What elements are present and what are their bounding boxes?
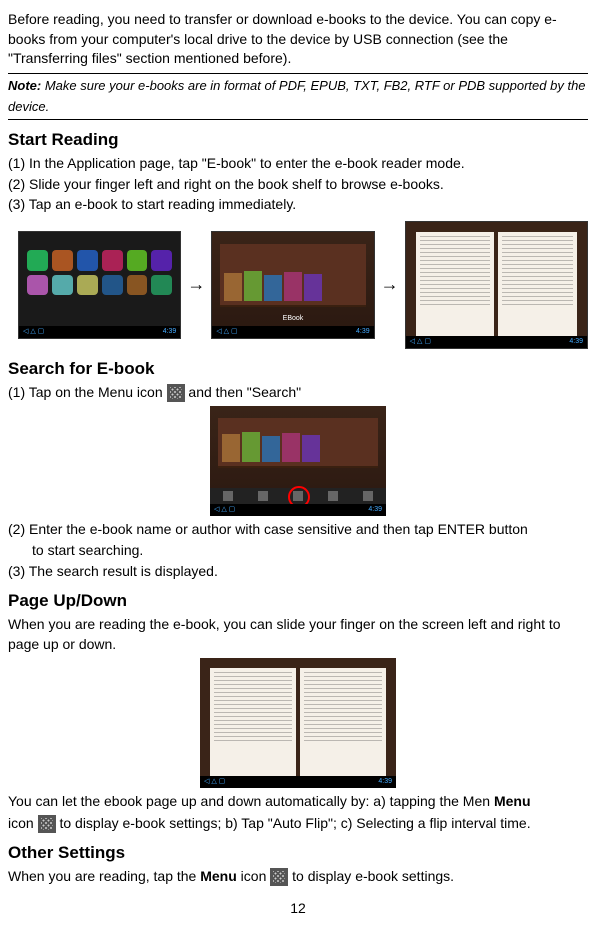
divider (8, 119, 588, 120)
note-paragraph: Note: Make sure your e-books are in form… (8, 76, 588, 118)
page-number: 12 (8, 899, 588, 919)
heading-search: Search for E-book (8, 357, 588, 381)
screenshot-pageup: ◁ △ ▢4:39 (200, 658, 396, 788)
note-label: Note: (8, 78, 41, 93)
step: (2) Enter the e-book name or author with… (8, 520, 588, 540)
intro-paragraph: Before reading, you need to transfer or … (8, 10, 588, 69)
menu-icon (167, 384, 185, 402)
divider (8, 73, 588, 74)
screenshot-row: ◁ △ ▢4:39 → EBook ◁ △ ▢4:39 → ◁ △ ▢4:39 (8, 221, 588, 349)
step: (2) Slide your finger left and right on … (8, 175, 588, 195)
paragraph: You can let the ebook page up and down a… (8, 792, 588, 812)
screenshot-reader: ◁ △ ▢4:39 (405, 221, 588, 349)
step-continuation: to start searching. (32, 541, 588, 561)
paragraph: When you are reading the e-book, you can… (8, 615, 588, 654)
screenshot-apps: ◁ △ ▢4:39 (18, 231, 181, 339)
heading-page-updown: Page Up/Down (8, 589, 588, 613)
paragraph: When you are reading, tap the Menu icon … (8, 867, 588, 887)
screenshot-search: ◁ △ ▢4:39 (210, 406, 386, 516)
screenshot-container: ◁ △ ▢4:39 (8, 406, 588, 516)
menu-icon (38, 815, 56, 833)
heading-start-reading: Start Reading (8, 128, 588, 152)
step: (3) The search result is displayed. (8, 562, 588, 582)
paragraph: icon to display e-book settings; b) Tap … (8, 814, 588, 834)
menu-icon (270, 868, 288, 886)
step: (1) In the Application page, tap "E-book… (8, 154, 588, 174)
screenshot-container: ◁ △ ▢4:39 (8, 658, 588, 788)
arrow-icon: → (187, 272, 205, 297)
arrow-icon: → (381, 272, 399, 297)
step: (1) Tap on the Menu icon and then "Searc… (8, 383, 588, 403)
note-text: Make sure your e-books are in format of … (8, 78, 586, 114)
heading-other-settings: Other Settings (8, 841, 588, 865)
screenshot-bookshelf: EBook ◁ △ ▢4:39 (211, 231, 374, 339)
step: (3) Tap an e-book to start reading immed… (8, 195, 588, 215)
